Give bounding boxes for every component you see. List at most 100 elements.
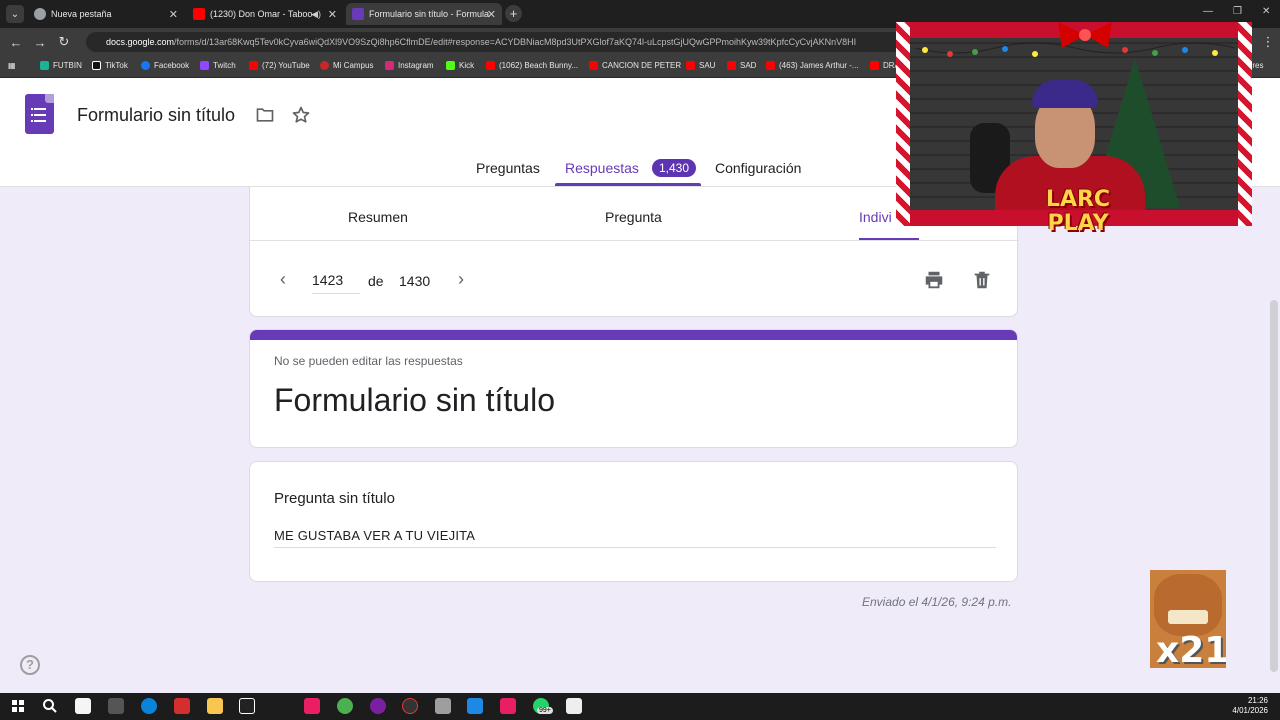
meme-overlay: x21 bbox=[1150, 570, 1226, 668]
submitted-timestamp: Enviado el 4/1/26, 9:24 p.m. bbox=[862, 595, 1012, 609]
youtube-icon bbox=[249, 61, 258, 70]
scrollbar-thumb[interactable] bbox=[1270, 300, 1278, 672]
bookmark-futbin[interactable]: FUTBIN bbox=[40, 61, 82, 70]
app-icon[interactable] bbox=[108, 698, 124, 714]
forms-logo-icon[interactable] bbox=[25, 94, 54, 134]
close-icon[interactable]: ✕ bbox=[169, 8, 178, 21]
subtab-individual[interactable]: Indivi bbox=[859, 209, 892, 225]
futbin-icon bbox=[40, 61, 49, 70]
bookmark-twitch[interactable]: Twitch bbox=[200, 61, 236, 70]
print-icon[interactable] bbox=[923, 269, 945, 291]
read-only-notice: No se pueden editar las respuestas bbox=[274, 354, 463, 368]
bookmark-tiktok[interactable]: TikTok bbox=[92, 61, 128, 70]
twitch-icon bbox=[200, 61, 209, 70]
window-close-icon[interactable]: ✕ bbox=[1262, 6, 1270, 17]
subtab-pregunta[interactable]: Pregunta bbox=[605, 209, 662, 225]
help-icon[interactable]: ? bbox=[20, 655, 40, 675]
chevron-left-icon[interactable]: ‹ bbox=[280, 269, 286, 290]
tab-title: (1230) Don Omar - Taboo bbox=[210, 9, 313, 19]
url-host: docs.google.com bbox=[106, 37, 175, 47]
facebook-icon bbox=[141, 61, 150, 70]
active-tab-indicator bbox=[555, 183, 701, 186]
answer-text: ME GUSTABA VER A TU VIEJITA bbox=[274, 528, 996, 548]
bookmark-cancion-de-peter[interactable]: CANCION DE PETER bbox=[589, 61, 681, 70]
webcam-video bbox=[910, 38, 1238, 210]
task-view-icon[interactable] bbox=[75, 698, 91, 714]
menu-dots-icon[interactable]: ⋮ bbox=[1256, 34, 1280, 50]
back-icon[interactable]: ← bbox=[4, 35, 28, 50]
channel-logo: LARC PLAY bbox=[1045, 187, 1111, 236]
instagram-icon bbox=[385, 61, 394, 70]
bookmark-mi-campus[interactable]: Mi Campus bbox=[320, 61, 373, 70]
url-path: /forms/d/13ar68Kwq5Tev0kCyva6wiQdXl9VO9S… bbox=[174, 37, 857, 47]
chrome-icon bbox=[34, 8, 46, 20]
apps-grid-icon[interactable]: ▦ bbox=[8, 61, 16, 70]
app-icon[interactable] bbox=[566, 698, 582, 714]
bookmark-youtube[interactable]: (72) YouTube bbox=[249, 61, 310, 70]
forward-icon[interactable]: → bbox=[28, 35, 52, 50]
notification-badge: 99+ bbox=[537, 707, 553, 714]
meme-counter: x21 bbox=[1156, 630, 1226, 668]
app-icon[interactable] bbox=[239, 698, 255, 714]
folder-icon[interactable] bbox=[254, 105, 276, 125]
maximize-icon[interactable]: ❐ bbox=[1233, 6, 1242, 17]
meme-teeth bbox=[1168, 610, 1208, 624]
youtube-icon bbox=[486, 61, 495, 70]
search-icon[interactable] bbox=[42, 698, 58, 714]
bookmark-james-arthur[interactable]: (463) James Arthur -... bbox=[766, 61, 859, 70]
windows-start-icon[interactable] bbox=[12, 700, 24, 712]
system-clock[interactable]: 21:26 4/01/2026 bbox=[1232, 696, 1268, 716]
app-icon[interactable] bbox=[370, 698, 386, 714]
minimize-icon[interactable]: — bbox=[1203, 6, 1213, 17]
tab-title: Formulario sin título - Formula bbox=[369, 9, 490, 19]
calculator-icon[interactable] bbox=[435, 698, 451, 714]
document-title[interactable]: Formulario sin título bbox=[77, 105, 235, 126]
youtube-icon bbox=[870, 61, 879, 70]
tab-youtube[interactable]: (1230) Don Omar - Taboo ◀) ✕ bbox=[187, 3, 343, 25]
kick-icon bbox=[446, 61, 455, 70]
app-icon[interactable] bbox=[304, 698, 320, 714]
current-response-input[interactable]: 1423 bbox=[312, 268, 360, 294]
url-field[interactable]: docs.google.com/forms/d/13ar68Kwq5Tev0kC… bbox=[86, 32, 906, 52]
tab-search-icon[interactable]: ⌄ bbox=[6, 5, 24, 23]
meme-face bbox=[1154, 574, 1222, 636]
star-icon[interactable] bbox=[290, 105, 312, 125]
bookmark-sad[interactable]: SAD bbox=[727, 61, 756, 70]
tab-new-tab[interactable]: Nueva pestaña ✕ bbox=[28, 3, 184, 25]
tab-respuestas[interactable]: Respuestas bbox=[565, 160, 639, 176]
chrome-icon[interactable] bbox=[337, 698, 353, 714]
tab-forms[interactable]: Formulario sin título - Formula ✕ bbox=[346, 3, 502, 25]
reload-icon[interactable]: ↻ bbox=[52, 34, 76, 50]
candy-cane-border bbox=[896, 22, 910, 226]
question-title: Pregunta sin título bbox=[274, 490, 395, 507]
bookmark-kick[interactable]: Kick bbox=[446, 61, 474, 70]
youtube-icon bbox=[686, 61, 695, 70]
campus-icon bbox=[320, 61, 329, 70]
new-tab-button[interactable]: + bbox=[505, 5, 522, 22]
app-icon[interactable] bbox=[174, 698, 190, 714]
word-icon[interactable] bbox=[467, 698, 483, 714]
delete-icon[interactable] bbox=[971, 269, 993, 291]
bookmark-facebook[interactable]: Facebook bbox=[141, 61, 189, 70]
chevron-right-icon[interactable]: › bbox=[458, 269, 464, 290]
bookmark-beach-bunny[interactable]: (1062) Beach Bunny... bbox=[486, 61, 578, 70]
bookmark-instagram[interactable]: Instagram bbox=[385, 61, 434, 70]
accent-bar bbox=[250, 330, 1017, 340]
youtube-icon bbox=[193, 8, 205, 20]
bookmark-sau[interactable]: SAU bbox=[686, 61, 715, 70]
close-icon[interactable]: ✕ bbox=[328, 8, 337, 21]
app-icon[interactable] bbox=[402, 698, 418, 714]
response-pager: ‹ 1423 de 1430 › bbox=[250, 263, 1019, 303]
form-title: Formulario sin título bbox=[274, 382, 555, 418]
bow-icon bbox=[1058, 22, 1112, 48]
close-icon[interactable]: ✕ bbox=[487, 8, 496, 21]
edge-icon[interactable] bbox=[141, 698, 157, 714]
youtube-icon bbox=[766, 61, 775, 70]
tab-configuracion[interactable]: Configuración bbox=[715, 160, 801, 176]
subtab-resumen[interactable]: Resumen bbox=[348, 209, 408, 225]
app-icon[interactable] bbox=[500, 698, 516, 714]
file-explorer-icon[interactable] bbox=[207, 698, 223, 714]
speaker-icon[interactable]: ◀) bbox=[311, 9, 321, 20]
taskbar: 21:26 4/01/2026 bbox=[0, 693, 1280, 720]
tab-preguntas[interactable]: Preguntas bbox=[476, 160, 540, 176]
